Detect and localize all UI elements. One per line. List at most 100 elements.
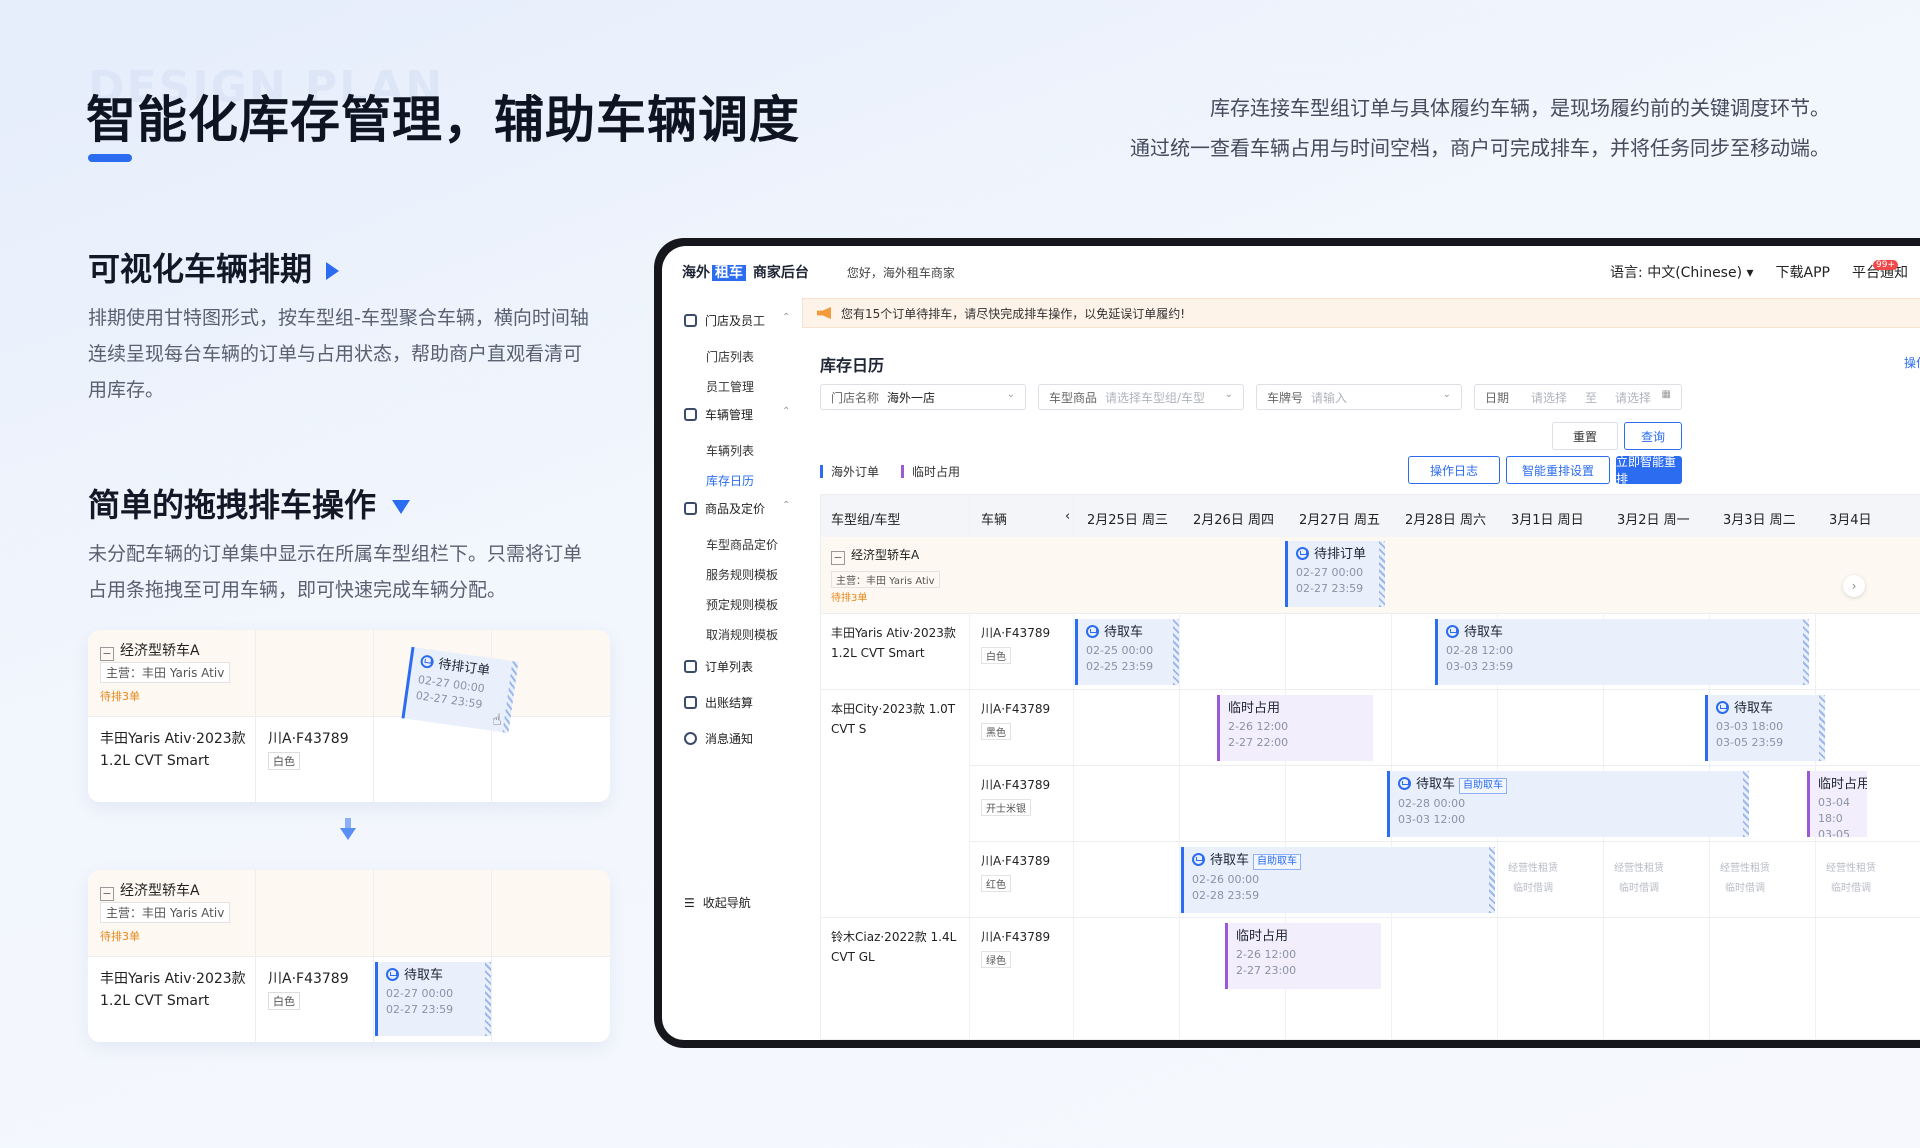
help-link[interactable]: 操作说明: [1904, 354, 1920, 371]
sidebar-item-cancel-rules[interactable]: 取消规则模板: [706, 626, 778, 643]
temp-occupy-card[interactable]: 临时占用 2-26 12:00 2-27 23:00: [1225, 923, 1381, 989]
collapse-icon[interactable]: −: [100, 887, 114, 901]
store-select[interactable]: 门店名称 海外一店 ⌄: [820, 384, 1026, 410]
op-label: 经营性租赁 临时借调: [1508, 863, 1558, 894]
inventory-gantt: 车型组/车型 车辆 ‹ 2月25日 周三 2月26日 周四 2月27日 周五 2…: [820, 494, 1920, 1040]
order-card[interactable]: 待取车 02-25 00:00 02-25 23:59: [1075, 619, 1179, 685]
legend: 海外订单 临时占用: [820, 463, 960, 480]
speaker-icon: [817, 307, 831, 319]
model-name: 本田City·2023款 1.0T CVT S: [831, 702, 956, 736]
smart-reschedule-setting-button[interactable]: 智能重排设置: [1506, 456, 1610, 484]
language-select[interactable]: 语言: 中文(Chinese) ▾: [1610, 262, 1754, 282]
date-range-picker[interactable]: 日期 请选择至请选择 ▦: [1474, 384, 1682, 410]
car-color: 开士米银: [981, 799, 1031, 816]
car-color: 黑色: [981, 723, 1011, 740]
car-icon: [419, 654, 435, 669]
car-icon: [386, 968, 399, 981]
database-icon: [684, 696, 697, 709]
tag-icon: [684, 502, 697, 515]
sidebar-item-store-list[interactable]: 门店列表: [706, 348, 754, 365]
intro-line-2: 通过统一查看车辆占用与时间空档，商户可完成排车，并将任务同步至移动端。: [1130, 136, 1830, 160]
sidebar-item-messages[interactable]: 消息通知: [684, 730, 753, 747]
model-name: 铃木Ciaz·2022款 1.4L CVT GL: [831, 930, 957, 964]
temp-occupy-card[interactable]: 临时占用03-04 18:003-05 23:5: [1807, 771, 1867, 837]
assigned-order-card[interactable]: 待取车 02-27 00:00 02-27 23:59: [375, 962, 491, 1036]
app-header: 海外 租车 商家后台 您好，海外租车商家 语言: 中文(Chinese) ▾ 下载…: [662, 246, 1920, 298]
operation-log-button[interactable]: 操作日志: [1408, 456, 1500, 484]
car-color: 绿色: [981, 951, 1011, 968]
gantt-header: 车型组/车型 车辆 ‹ 2月25日 周三 2月26日 周四 2月27日 周五 2…: [821, 495, 1920, 537]
plate-input[interactable]: 车牌号 请输入 ⌄: [1256, 384, 1462, 410]
group-row[interactable]: − 经济型轿车A: [831, 545, 919, 565]
sidebar-item-model-pricing[interactable]: 车型商品定价: [706, 536, 778, 553]
car-color: 红色: [981, 875, 1011, 892]
section-title-1: 可视化车辆排期: [88, 244, 340, 290]
plate: 川A·F43789: [981, 930, 1051, 944]
tablet-mockup: 海外 租车 商家后台 您好，海外租车商家 语言: 中文(Chinese) ▾ 下载…: [654, 238, 1920, 1048]
sidebar-item-staff[interactable]: 员工管理: [706, 378, 754, 395]
plate: 川A·F43789 白色: [268, 731, 349, 770]
hand-cursor-icon: ☝: [492, 710, 502, 729]
model-name: 丰田Yaris Ativ·2023款 1.2L CVT Smart: [100, 971, 246, 1009]
group-pending: 待排3单: [100, 690, 140, 703]
sidebar-collapse[interactable]: ☰ 收起导航: [684, 894, 751, 911]
order-card[interactable]: 待取车 03-03 18:00 03-05 23:59: [1705, 695, 1825, 761]
reset-button[interactable]: 重置: [1552, 422, 1618, 450]
main-panel: 库存日历 操作说明 门店名称海外一店⌄ 车型商品请选择车型组/车型⌄ 车牌号请输…: [802, 340, 1920, 1040]
car-color: 白色: [981, 647, 1011, 664]
temp-occupy-card[interactable]: 临时占用 2-26 12:00 2-27 22:00: [1217, 695, 1373, 761]
sidebar-item-settlement[interactable]: 出账结算: [684, 694, 753, 711]
sidebar-item-goods-pricing[interactable]: 商品及定价: [684, 500, 765, 517]
sidebar-item-service-rules[interactable]: 服务规则模板: [706, 566, 778, 583]
plate: 川A·F43789: [981, 854, 1051, 868]
group-name[interactable]: − 经济型轿车A: [100, 640, 200, 661]
store-icon: [684, 314, 697, 327]
model-name: 丰田Yaris Ativ·2023款 1.2L CVT Smart: [831, 626, 956, 660]
collapse-icon[interactable]: −: [100, 647, 114, 661]
chevron-down-icon: ⌄: [1442, 389, 1451, 400]
notice-badge: 99+: [1873, 260, 1898, 270]
sidebar-item-vehicle-mgmt[interactable]: 车辆管理: [684, 406, 753, 423]
smart-reschedule-now-button[interactable]: 立即智能重排: [1616, 455, 1682, 486]
page-title: 库存日历: [820, 356, 885, 375]
next-week-button[interactable]: ›: [1843, 575, 1865, 597]
car-icon: [1446, 625, 1459, 638]
section-desc-1: 排期使用甘特图形式，按车型组-车型聚合车辆，横向时间轴连续呈现每台车辆的订单与占…: [88, 307, 589, 401]
intro-line-1: 库存连接车型组订单与具体履约车辆，是现场履约前的关键调度环节。: [1210, 96, 1830, 120]
prev-week-button[interactable]: ‹: [1065, 509, 1070, 524]
order-card[interactable]: 待取车 02-28 12:00 03-03 23:59: [1435, 619, 1809, 685]
car-icon: [1398, 777, 1411, 790]
play-icon: [326, 262, 340, 280]
query-button[interactable]: 查询: [1624, 422, 1682, 450]
section-desc-2: 未分配车辆的订单集中显示在所属车型组栏下。只需将订单占用条拖拽至可用车辆，即可快…: [88, 543, 583, 601]
chevron-up-icon[interactable]: ⌃: [782, 500, 790, 511]
order-card[interactable]: 待取车 自助取车 02-26 00:00 02-28 23:59: [1181, 847, 1495, 913]
sidebar-item-orders[interactable]: 订单列表: [684, 658, 753, 675]
sidebar-item-store-staff[interactable]: 门店及员工: [684, 312, 765, 329]
order-card[interactable]: 待取车 自助取车 02-28 00:00 03-03 12:00: [1387, 771, 1749, 837]
app-screen: 海外 租车 商家后台 您好，海外租车商家 语言: 中文(Chinese) ▾ 下载…: [662, 246, 1920, 1040]
sidebar: 门店及员工 ⌃ 门店列表 员工管理 车辆管理 ⌃ 车辆列表 库存日历 商品及定价…: [662, 298, 802, 1040]
group-main: 主营：丰田 Yaris Ativ: [100, 662, 231, 683]
collapse-menu-icon: ☰: [684, 895, 695, 910]
pending-alert-banner[interactable]: 您有15个订单待排车，请尽快完成排车操作，以免延误订单履约! ›: [802, 298, 1920, 328]
demo-after: − 经济型轿车A 主营：丰田 Yaris Ativ 待排3单 丰田Yaris At…: [88, 870, 610, 1042]
collapse-icon[interactable]: −: [831, 551, 845, 565]
group-name[interactable]: − 经济型轿车A: [100, 880, 200, 901]
sidebar-item-vehicle-list[interactable]: 车辆列表: [706, 442, 754, 459]
sidebar-item-booking-rules[interactable]: 预定规则模板: [706, 596, 778, 613]
pending-order-card[interactable]: 待排订单 02-27 00:00 02-27 23:59: [1285, 541, 1385, 607]
plate: 川A·F43789: [981, 778, 1051, 792]
group-pending: 待排3单: [831, 593, 868, 604]
chevron-up-icon[interactable]: ⌃: [782, 312, 790, 323]
clipboard-icon: [684, 660, 697, 673]
chevron-up-icon[interactable]: ⌃: [782, 406, 790, 417]
model-select[interactable]: 车型商品 请选择车型组/车型 ⌄: [1038, 384, 1244, 410]
op-label: 经营性租赁 临时借调: [1614, 863, 1664, 894]
greeting: 您好，海外租车商家: [846, 265, 955, 280]
chevron-down-icon: ⌄: [1006, 389, 1015, 400]
download-app-link[interactable]: 下载APP: [1776, 262, 1830, 282]
demo-before: − 经济型轿车A 主营：丰田 Yaris Ativ 待排3单 丰田Yaris At…: [88, 630, 610, 802]
sidebar-item-inventory-calendar[interactable]: 库存日历: [706, 472, 754, 489]
plate: 川A·F43789 白色: [268, 971, 349, 1010]
